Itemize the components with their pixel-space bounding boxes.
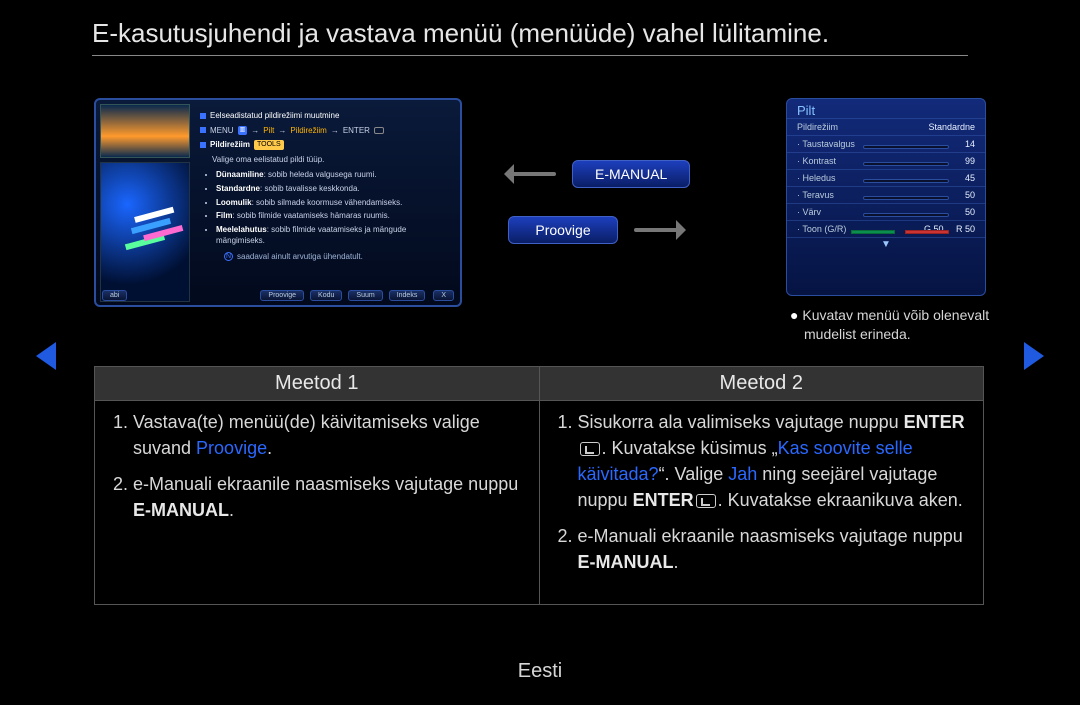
table-cell: Sisukorra ala valimiseks vajutage nuppu … <box>539 401 984 605</box>
breadcrumb: Pildirežiim <box>290 125 326 137</box>
emanual-footnote: saadaval ainult arvutiga ühendatult. <box>237 251 363 263</box>
mode-item: Meelelahutus: sobib filmide vaatamiseks … <box>216 224 454 247</box>
table-header: Meetod 2 <box>539 367 984 401</box>
row-label: · Teravus <box>797 190 834 200</box>
list-item: e-Manuali ekraanile naasmiseks vajutage … <box>578 523 970 575</box>
emanual-subtitle: Valige oma eelistatud pildi tüüp. <box>212 154 454 166</box>
row-value: 50 <box>965 207 975 217</box>
transition-arrows: E-MANUAL Proovige <box>508 160 738 272</box>
row-value: 14 <box>965 139 975 149</box>
menu-row-slider[interactable]: · Värv 50 <box>787 203 985 220</box>
page-prev-button[interactable] <box>22 342 56 370</box>
footer-button[interactable]: Indeks <box>389 290 426 301</box>
menu-row-tone[interactable]: · Toon (G/R) G 50 R 50 <box>787 220 985 237</box>
emanual-screenshot: Eelseadistatud pildirežiimi muutmine MEN… <box>94 98 462 307</box>
footer-button[interactable]: Suum <box>348 290 382 301</box>
note-text: Kuvatav menüü võib olenevalt mudelist er… <box>786 306 996 344</box>
row-value: 99 <box>965 156 975 166</box>
breadcrumb: MENU <box>210 125 234 137</box>
mode-item: Film: sobib filmide vaatamiseks hämaras … <box>216 210 454 222</box>
menu-row-slider[interactable]: · Heledus 45 <box>787 169 985 186</box>
emanual-heading: Eelseadistatud pildirežiimi muutmine <box>210 110 339 122</box>
mode-item: Standardne: sobib tavalisse keskkonda. <box>216 183 454 195</box>
row-label: Pildirežiim <box>797 122 838 132</box>
emanual-pill: E-MANUAL <box>572 160 690 188</box>
page-next-button[interactable] <box>1024 342 1058 370</box>
enter-icon <box>374 127 384 134</box>
menu-row-mode[interactable]: Pildirežiim Standardne <box>787 118 985 135</box>
enter-icon <box>696 494 716 508</box>
row-value: 45 <box>965 173 975 183</box>
info-icon: N <box>224 252 233 261</box>
mode-item: Loomulik: sobib silmade koormuse vähenda… <box>216 197 454 209</box>
row-label: · Heledus <box>797 173 836 183</box>
breadcrumb: Pilt <box>263 125 274 137</box>
mode-item: Dünaamiline: sobib heleda valgusega ruum… <box>216 169 454 181</box>
menu-title: Pilt <box>787 99 985 118</box>
breadcrumb: ENTER <box>343 125 370 137</box>
language-label: Eesti <box>0 660 1080 683</box>
arrow-right-icon <box>634 228 682 232</box>
table-cell: Vastava(te) menüü(de) käivitamiseks vali… <box>95 401 540 605</box>
row-value: 50 <box>965 190 975 200</box>
footer-button[interactable]: Kodu <box>310 290 342 301</box>
row-label: Toon (G/R) <box>802 224 846 234</box>
close-button[interactable]: X <box>433 290 454 301</box>
row-label: · Värv <box>797 207 821 217</box>
menu-icon: ▥ <box>238 126 248 135</box>
table-header: Meetod 1 <box>95 367 540 401</box>
menu-row-slider[interactable]: · Teravus 50 <box>787 186 985 203</box>
help-button[interactable]: abi <box>102 290 127 301</box>
row-label: · Kontrast <box>797 156 836 166</box>
thumbnail-image <box>100 104 190 158</box>
methods-table: Meetod 1 Meetod 2 Vastava(te) menüü(de) … <box>94 366 984 605</box>
list-item: e-Manuali ekraanile naasmiseks vajutage … <box>133 471 525 523</box>
chevron-down-icon[interactable]: ▼ <box>787 237 985 252</box>
tools-badge: TOOLS <box>254 140 284 150</box>
arrow-left-icon <box>508 172 556 176</box>
row-value: Standardne <box>928 122 975 132</box>
picture-menu: Pilt Pildirežiim Standardne · Taustavalg… <box>786 98 986 296</box>
tone-right: R 50 <box>956 224 975 234</box>
footer-button[interactable]: Proovige <box>260 290 304 301</box>
menu-row-slider[interactable]: · Kontrast 99 <box>787 152 985 169</box>
proovige-pill: Proovige <box>508 216 618 244</box>
menu-row-slider[interactable]: · Taustavalgus 14 <box>787 135 985 152</box>
list-item: Vastava(te) menüü(de) käivitamiseks vali… <box>133 409 525 461</box>
thumbnail-image <box>100 162 190 302</box>
enter-icon <box>580 442 600 456</box>
page-title: E-kasutusjuhendi ja vastava menüü (menüü… <box>92 18 968 56</box>
mode-label: Pildirežiim <box>210 139 250 151</box>
list-item: Sisukorra ala valimiseks vajutage nuppu … <box>578 409 970 513</box>
row-label: · Taustavalgus <box>797 139 855 149</box>
